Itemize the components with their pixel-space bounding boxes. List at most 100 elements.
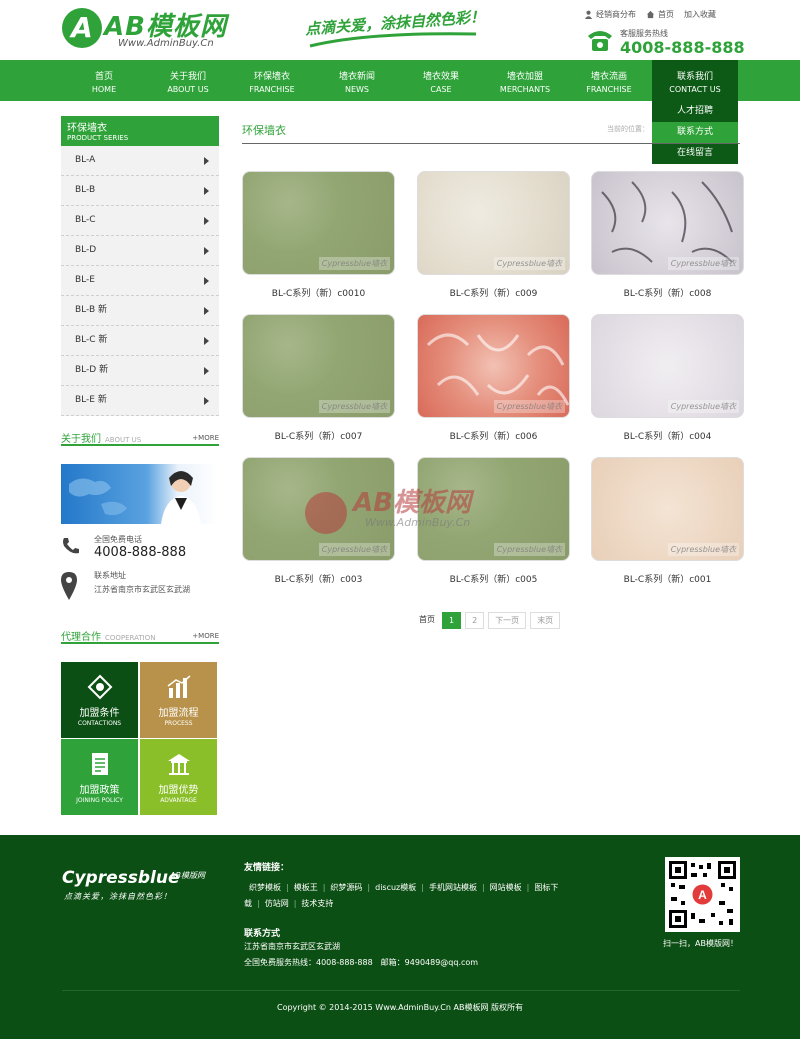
phone-number: 4008-888-888 <box>94 545 187 560</box>
arrow-right-icon <box>204 187 209 195</box>
product-card[interactable]: Cypressblue墙衣 BL-C系列（新）c001 <box>591 457 744 585</box>
product-image[interactable]: Cypressblue墙衣 <box>591 171 744 275</box>
arrow-right-icon <box>204 337 209 345</box>
swoosh-icon <box>309 32 477 48</box>
phone-label: 全国免费电话 <box>94 535 142 544</box>
dropdown-item-message[interactable]: 在线留言 <box>652 143 738 164</box>
product-card[interactable]: Cypressblue墙衣 BL-C系列（新）c0010 <box>242 171 395 299</box>
service-agent-image <box>69 471 201 524</box>
pager-page-1[interactable]: 1 <box>442 612 462 629</box>
document-icon <box>91 753 108 775</box>
nav-case[interactable]: 墙衣效果 CASE <box>399 60 483 101</box>
product-caption[interactable]: BL-C系列（新）c009 <box>417 286 570 299</box>
coop-conditions-tile[interactable]: 加盟条件 CONTACTIONS <box>61 662 138 738</box>
category-item[interactable]: BL-B 新 <box>61 296 219 326</box>
friend-link[interactable]: 技术支持 <box>301 899 333 908</box>
nav-news[interactable]: 墙衣新闻 NEWS <box>315 60 399 101</box>
top-link-home[interactable]: 首页 <box>646 9 674 20</box>
page-title: 环保墙衣 <box>242 124 286 137</box>
user-icon <box>584 10 593 19</box>
category-list: BL-A BL-B BL-C BL-D BL-E BL-B 新 BL-C 新 B… <box>61 146 219 416</box>
product-image[interactable]: Cypressblue墙衣 <box>417 171 570 275</box>
about-section-title: 关于我们 ABOUT US +MORE <box>61 430 219 446</box>
nav-contact[interactable]: 联系我们 CONTACT US <box>652 60 738 101</box>
arrow-right-icon <box>204 217 209 225</box>
product-caption[interactable]: BL-C系列（新）c008 <box>591 286 744 299</box>
coop-section-title: 代理合作 COOPERATION +MORE <box>61 628 219 644</box>
breadcrumb: 当前的位置： <box>607 125 649 133</box>
pager-first[interactable]: 首页 <box>416 612 438 629</box>
friend-link[interactable]: 模板王 <box>294 883 318 892</box>
footer-address: 江苏省南京市玄武区玄武湖 <box>244 942 340 951</box>
product-card[interactable]: Cypressblue墙衣 BL-C系列（新）c007 <box>242 314 395 442</box>
sidebar-phone: 全国免费电话 4008-888-888 <box>61 534 219 568</box>
category-header: 环保墙衣 PRODUCT SERIES <box>61 116 219 146</box>
svg-text:A: A <box>698 888 707 902</box>
product-card[interactable]: Cypressblue墙衣 BL-C系列（新）c006 <box>417 314 570 442</box>
arrow-right-icon <box>204 307 209 315</box>
pager-last[interactable]: 末页 <box>530 612 561 629</box>
top-link-bookmark[interactable]: 加入收藏 <box>684 9 716 20</box>
qr-code: A <box>665 857 740 932</box>
friend-link[interactable]: 织梦源码 <box>330 883 362 892</box>
arrow-right-icon <box>204 157 209 165</box>
product-caption[interactable]: BL-C系列（新）c005 <box>417 572 570 585</box>
product-caption[interactable]: BL-C系列（新）c007 <box>242 429 395 442</box>
logo-mark-icon: A <box>62 8 102 48</box>
logo-url: Www.AdminBuy.Cn <box>118 38 214 49</box>
top-links: 经销商分布 首页 加入收藏 <box>584 9 716 20</box>
friend-links-title: 友情链接： <box>244 863 290 873</box>
friend-link[interactable]: 手机网站模板 <box>429 883 477 892</box>
footer-phone: 全国免费服务热线：4008-888-888 邮箱：9490489@qq.com <box>244 958 479 967</box>
nav-gallery[interactable]: 墙衣流画 FRANCHISE <box>567 60 651 101</box>
footer-divider <box>62 990 740 991</box>
category-item[interactable]: BL-C <box>61 206 219 236</box>
product-image[interactable]: Cypressblue墙衣 <box>591 457 744 561</box>
watermark-logo-icon <box>305 492 347 534</box>
friend-links: 织梦模板 | 模板王 | 织梦源码 | discuz模板 | 手机网站模板 | 网站模板 | 图标下载 |… <box>244 883 559 908</box>
pager-next[interactable]: 下一页 <box>488 612 527 629</box>
friend-link[interactable]: discuz模板 <box>375 883 416 892</box>
footer: Cypressblue AB模版网 点滴关爱，涂抹自然色彩！ 友情链接： 织梦模… <box>0 835 800 1039</box>
product-image[interactable]: Cypressblue墙衣 <box>242 171 395 275</box>
category-item[interactable]: BL-D 新 <box>61 356 219 386</box>
coop-process-tile[interactable]: 加盟流程 PROCESS <box>140 662 217 738</box>
coop-more-link[interactable]: +MORE <box>192 632 219 640</box>
category-item[interactable]: BL-E 新 <box>61 386 219 416</box>
product-card[interactable]: Cypressblue墙衣 BL-C系列（新）c009 <box>417 171 570 299</box>
friend-link[interactable]: 仿站网 <box>265 899 289 908</box>
pager-page-2[interactable]: 2 <box>465 612 485 629</box>
coop-advantage-tile[interactable]: 加盟优势 ADVANTAGE <box>140 739 217 815</box>
about-banner-image[interactable] <box>61 464 217 524</box>
about-more-link[interactable]: +MORE <box>192 434 219 442</box>
friend-link[interactable]: 织梦模板 <box>249 883 281 892</box>
coop-policy-tile[interactable]: 加盟政策 JOINING POLICY <box>61 739 138 815</box>
nav-about[interactable]: 关于我们 ABOUT US <box>146 60 230 101</box>
top-link-dealers[interactable]: 经销商分布 <box>584 9 636 20</box>
category-item[interactable]: BL-A <box>61 146 219 176</box>
friend-link[interactable]: 网站模板 <box>490 883 522 892</box>
nav-home[interactable]: 首页 HOME <box>62 60 146 101</box>
site-logo[interactable]: A AB模板网 Www.AdminBuy.Cn <box>62 6 242 56</box>
product-card[interactable]: Cypressblue墙衣 BL-C系列（新）c008 <box>591 171 744 299</box>
product-image[interactable]: Cypressblue墙衣 <box>591 314 744 418</box>
category-item[interactable]: BL-B <box>61 176 219 206</box>
category-item[interactable]: BL-C 新 <box>61 326 219 356</box>
product-caption[interactable]: BL-C系列（新）c004 <box>591 429 744 442</box>
product-caption[interactable]: BL-C系列（新）c006 <box>417 429 570 442</box>
arrow-right-icon <box>204 367 209 375</box>
product-image[interactable]: Cypressblue墙衣 <box>417 314 570 418</box>
category-item[interactable]: BL-D <box>61 236 219 266</box>
nav-merchants[interactable]: 墙衣加盟 MERCHANTS <box>483 60 567 101</box>
nav-products[interactable]: 环保墙衣 FRANCHISE <box>230 60 314 101</box>
telephone-icon <box>588 31 612 51</box>
product-caption[interactable]: BL-C系列（新）c0010 <box>242 286 395 299</box>
product-caption[interactable]: BL-C系列（新）c003 <box>242 572 395 585</box>
product-card[interactable]: Cypressblue墙衣 BL-C系列（新）c004 <box>591 314 744 442</box>
product-caption[interactable]: BL-C系列（新）c001 <box>591 572 744 585</box>
product-image[interactable]: Cypressblue墙衣 <box>242 314 395 418</box>
qr-code-icon: A <box>669 861 736 928</box>
category-item[interactable]: BL-E <box>61 266 219 296</box>
sidebar-address: 联系地址 江苏省南京市玄武区玄武湖 <box>61 570 219 604</box>
location-pin-icon <box>61 572 77 600</box>
